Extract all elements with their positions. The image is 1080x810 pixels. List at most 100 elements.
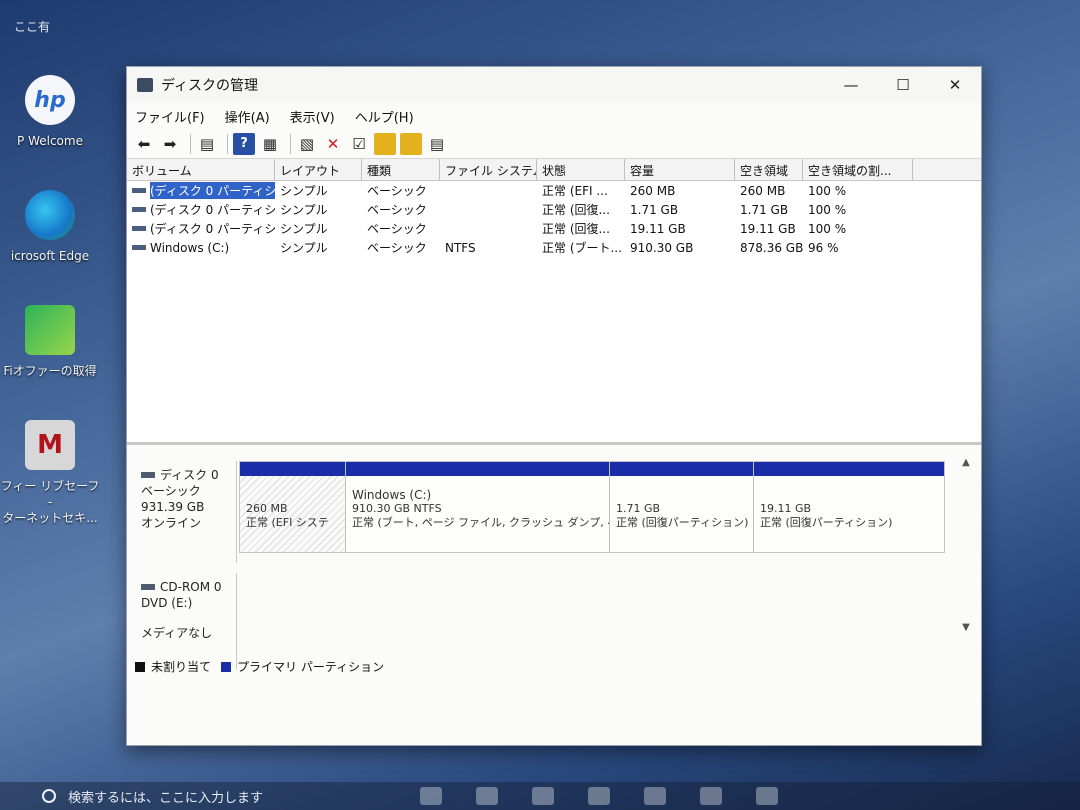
cell-type: ベーシック — [367, 222, 427, 236]
menu-file[interactable]: ファイル(F) — [135, 107, 205, 126]
table-row[interactable]: (ディスク 0 パーティシ... シンプル ベーシック 正常 (EFI ... … — [127, 181, 981, 200]
menu-action[interactable]: 操作(A) — [225, 107, 270, 126]
cell-layout: シンプル — [280, 241, 328, 255]
partition-efi[interactable]: 260 MB 正常 (EFI システ — [240, 462, 346, 552]
table-row[interactable]: (ディスク 0 パーティシ... シンプル ベーシック 正常 (回復... 1.… — [127, 200, 981, 219]
partition-windows-c[interactable]: Windows (C:) 910.30 GB NTFS 正常 (ブート, ページ… — [346, 462, 610, 552]
check-icon[interactable]: ☑ — [348, 133, 370, 155]
desktop-icon-hp-welcome[interactable]: hp P Welcome — [0, 75, 100, 149]
title-bar[interactable]: ディスクの管理 — ☐ ✕ — [127, 67, 981, 103]
taskbar-app-icon[interactable] — [476, 787, 498, 805]
disk-size: 931.39 GB — [141, 500, 205, 514]
cell-percent-free: 100 % — [808, 183, 847, 198]
disk-0-row: ディスク 0 ベーシック 931.39 GB オンライン 260 MB 正常 (… — [133, 461, 945, 563]
help-icon[interactable]: ? — [233, 132, 255, 155]
partition-size: 1.71 GB — [616, 502, 661, 515]
task-view-icon[interactable] — [420, 787, 442, 805]
taskbar-app-icon[interactable] — [756, 787, 778, 805]
disk-0-label[interactable]: ディスク 0 ベーシック 931.39 GB オンライン — [133, 461, 237, 563]
taskbar: 検索するには、ここに入力します — [0, 782, 1080, 810]
cdrom-media: メディアなし — [141, 626, 213, 640]
volume-list: ボリューム レイアウト 種類 ファイル システム 状態 容量 空き領域 空き領域… — [127, 159, 981, 445]
view-icon[interactable]: ▦ — [259, 133, 281, 155]
taskbar-app-icon[interactable] — [700, 787, 722, 805]
disk-graphical-view: ディスク 0 ベーシック 931.39 GB オンライン 260 MB 正常 (… — [127, 449, 981, 685]
volume-icon — [132, 188, 146, 193]
desktop-top-label: ここ有 — [14, 20, 51, 34]
cell-capacity: 260 MB — [630, 183, 676, 198]
hp-logo-icon: hp — [25, 75, 75, 125]
cell-percent-free: 100 % — [808, 202, 847, 217]
taskbar-app-icon[interactable] — [532, 787, 554, 805]
cell-free-space: 19.11 GB — [740, 221, 796, 236]
menu-help[interactable]: ヘルプ(H) — [355, 107, 414, 126]
back-arrow-icon[interactable]: ⬅ — [133, 133, 155, 155]
legend-swatch-unallocated — [135, 661, 145, 672]
column-header-volume[interactable]: ボリューム — [127, 159, 275, 180]
taskbar-search-input[interactable]: 検索するには、ここに入力します — [68, 787, 263, 806]
menu-view[interactable]: 表示(V) — [290, 107, 335, 126]
partition-bar — [240, 462, 345, 476]
toolbar-separator — [227, 133, 228, 154]
cdrom-0-label[interactable]: CD-ROM 0 DVD (E:) メディアなし — [133, 573, 237, 669]
partition-status: 正常 (EFI システ — [246, 516, 329, 529]
column-header-free-space[interactable]: 空き領域 — [735, 159, 803, 180]
cell-status: 正常 (ブート... — [542, 241, 622, 255]
toolbar: ⬅ ➡ ▤ ? ▦ ▧ ✕ ☑ ▤ — [127, 129, 981, 159]
column-header-type[interactable]: 種類 — [362, 159, 440, 180]
connect-icon[interactable]: ▧ — [296, 133, 318, 155]
cell-status: 正常 (回復... — [542, 203, 610, 217]
column-header-layout[interactable]: レイアウト — [275, 159, 362, 180]
toolbar-separator — [190, 133, 191, 154]
partition-status: 正常 (回復パーティション) — [616, 516, 749, 529]
delete-icon[interactable]: ✕ — [322, 133, 344, 155]
cell-type: ベーシック — [367, 241, 427, 255]
minimize-button[interactable]: — — [825, 67, 877, 103]
partition-size: 260 MB — [246, 502, 288, 515]
disk-0-partitions: 260 MB 正常 (EFI システ Windows (C:) 910.30 G… — [239, 461, 945, 553]
list-view-icon[interactable]: ▤ — [426, 133, 448, 155]
disk-management-app-icon — [137, 78, 153, 92]
folder-search-icon[interactable] — [400, 132, 422, 155]
cell-capacity: 19.11 GB — [630, 221, 686, 236]
desktop-icon-label: icrosoft Edge — [10, 249, 90, 263]
mcafee-shield-icon: M — [25, 420, 75, 470]
taskbar-app-icon[interactable] — [588, 787, 610, 805]
volume-list-header: ボリューム レイアウト 種類 ファイル システム 状態 容量 空き領域 空き領域… — [127, 159, 981, 181]
taskbar-app-icon[interactable] — [644, 787, 666, 805]
search-icon[interactable] — [42, 789, 56, 803]
desktop-icon-edge[interactable]: icrosoft Edge — [0, 190, 100, 264]
cell-status: 正常 (EFI ... — [542, 184, 608, 198]
edge-icon — [25, 190, 75, 240]
disk-state: オンライン — [141, 516, 202, 530]
column-header-status[interactable]: 状態 — [537, 159, 625, 180]
column-header-filesystem[interactable]: ファイル システム — [440, 159, 537, 180]
partition-size: 910.30 GB NTFS — [352, 502, 442, 515]
cell-free-space: 260 MB — [740, 183, 786, 198]
partition-recovery-2[interactable]: 19.11 GB 正常 (回復パーティション) — [754, 462, 944, 552]
disk-type: ベーシック — [141, 484, 201, 498]
legend: 未割り当て プライマリ パーティション — [135, 658, 384, 675]
partition-bar — [754, 462, 944, 476]
desktop-icon-label: Fiオファーの取得 — [3, 364, 97, 378]
table-row[interactable]: Windows (C:) シンプル ベーシック NTFS 正常 (ブート... … — [127, 238, 981, 257]
partition-status: 正常 (回復パーティション) — [760, 516, 893, 529]
legend-label-unallocated: 未割り当て — [151, 660, 212, 674]
properties-icon[interactable]: ▤ — [196, 133, 218, 155]
table-row[interactable]: (ディスク 0 パーティシ... シンプル ベーシック 正常 (回復... 19… — [127, 219, 981, 238]
desktop-icon-offer[interactable]: Fiオファーの取得 — [0, 305, 100, 379]
close-button[interactable]: ✕ — [929, 67, 981, 103]
desktop-icon-mcafee[interactable]: M フィー リブセーフ - ターネットセキ... — [0, 420, 100, 526]
vertical-scrollbar[interactable]: ▲ ▼ — [959, 457, 973, 633]
maximize-button[interactable]: ☐ — [877, 67, 929, 103]
column-header-capacity[interactable]: 容量 — [625, 159, 735, 180]
partition-recovery-1[interactable]: 1.71 GB 正常 (回復パーティション) — [610, 462, 754, 552]
scroll-down-arrow-icon[interactable]: ▼ — [959, 622, 973, 633]
scroll-up-arrow-icon[interactable]: ▲ — [959, 457, 973, 468]
cell-volume: (ディスク 0 パーティシ... — [127, 220, 275, 237]
column-header-percent-free[interactable]: 空き領域の割... — [803, 159, 913, 180]
cdrom-name: CD-ROM 0 — [160, 580, 222, 594]
folder-open-icon[interactable] — [374, 132, 396, 155]
forward-arrow-icon[interactable]: ➡ — [159, 133, 181, 155]
window-title: ディスクの管理 — [161, 78, 259, 94]
